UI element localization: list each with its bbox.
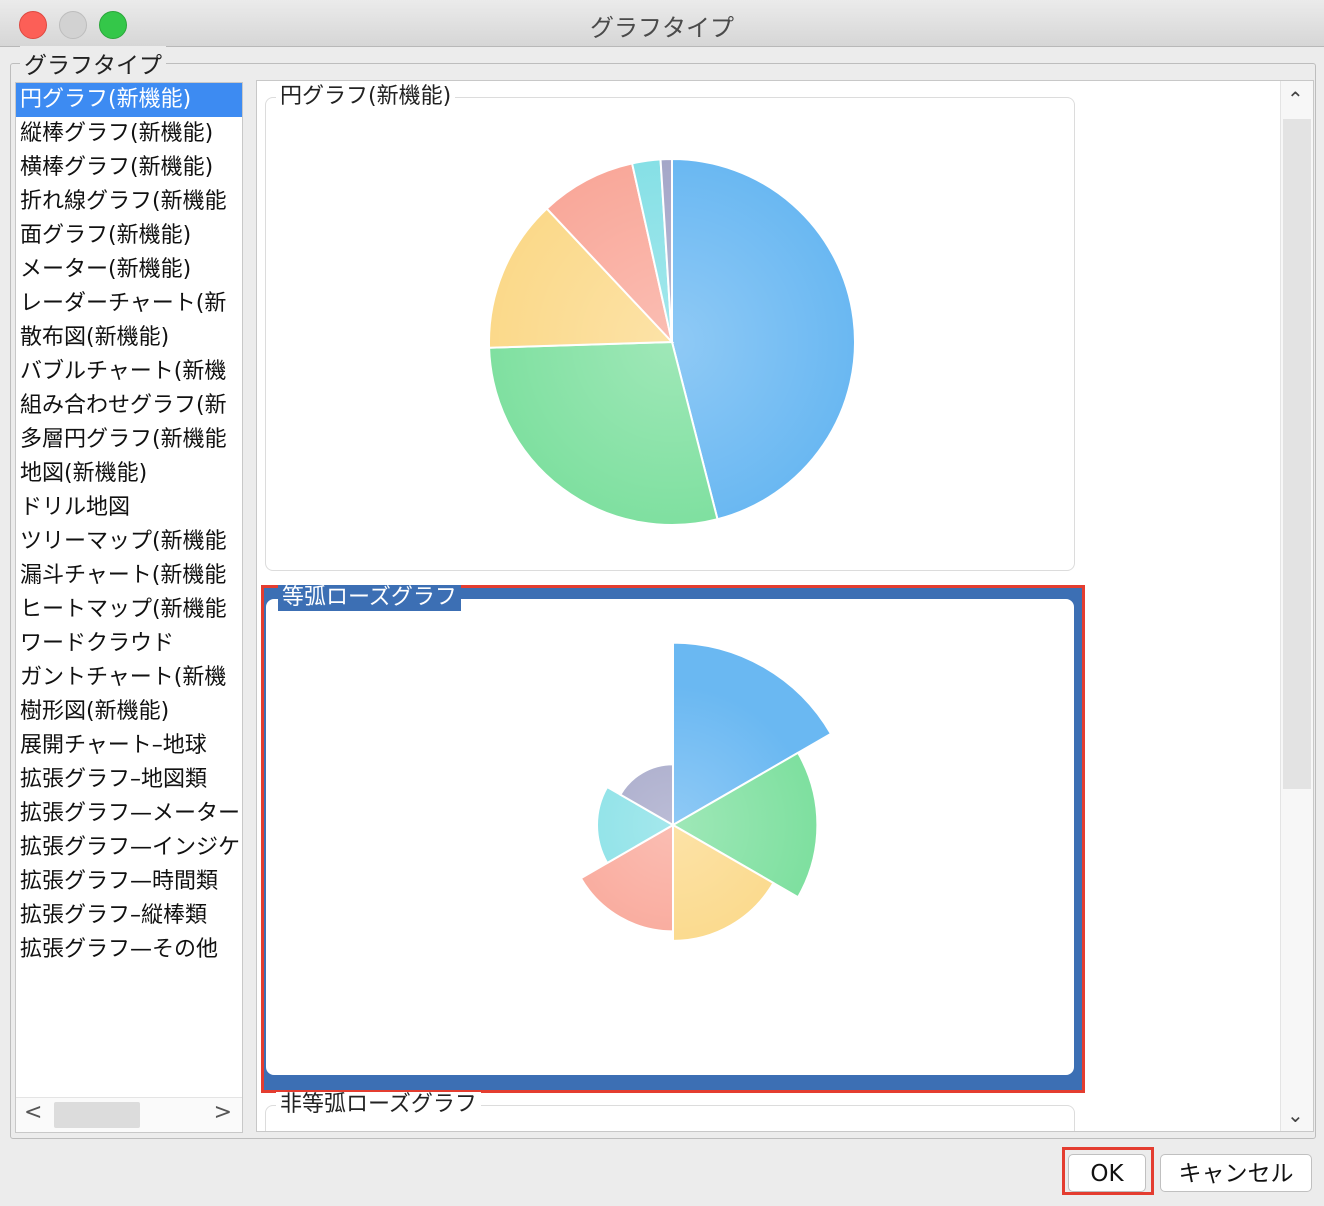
chart-type-list-item[interactable]: 地図(新機能) <box>16 457 242 491</box>
ok-button[interactable]: OK <box>1068 1154 1146 1192</box>
chart-type-list-item[interactable]: 組み合わせグラフ(新 <box>16 389 242 423</box>
preview-card-title: 等弧ローズグラフ <box>278 585 461 611</box>
rose-chart-preview <box>533 641 833 965</box>
chart-type-list-item[interactable]: ガントチャート(新機 <box>16 661 242 695</box>
preview-card-equal-arc-rose[interactable]: 等弧ローズグラフ <box>266 585 1074 1075</box>
preview-card-title: 非等弧ローズグラフ <box>276 1092 481 1118</box>
chevron-down-icon[interactable]: ⌄ <box>1287 1103 1304 1127</box>
scroll-right-icon[interactable]: > <box>214 1100 232 1125</box>
chart-preview-panel: 円グラフ(新機能) 等弧ローズグラフ 非等弧ローズグラフ ⌃ ⌄ <box>256 80 1314 1132</box>
chevron-up-icon[interactable]: ⌃ <box>1287 87 1304 111</box>
window-title: グラフタイプ <box>590 14 734 42</box>
list-horizontal-scrollbar[interactable]: < > <box>16 1097 242 1132</box>
pie-highlight <box>489 159 855 525</box>
chart-type-list-item[interactable]: 面グラフ(新機能) <box>16 219 242 253</box>
chart-type-list-item[interactable]: 拡張グラフ–縦棒類 <box>16 899 242 933</box>
preview-card-unequal-arc-rose[interactable]: 非等弧ローズグラフ <box>265 1092 1075 1131</box>
group-label: グラフタイプ <box>20 46 166 80</box>
chart-type-list-item[interactable]: ヒートマップ(新機能 <box>16 593 242 627</box>
chart-type-list-item[interactable]: 展開チャート–地球 <box>16 729 242 763</box>
chart-type-list-item[interactable]: 多層円グラフ(新機能 <box>16 423 242 457</box>
chart-type-list-item[interactable]: 拡張グラフ—時間類 <box>16 865 242 899</box>
scroll-thumb[interactable] <box>54 1102 140 1128</box>
rose-highlight <box>533 685 813 965</box>
chart-type-list-item[interactable]: ツリーマップ(新機能 <box>16 525 242 559</box>
chart-type-list-item[interactable]: バブルチャート(新機 <box>16 355 242 389</box>
chart-type-list-item[interactable]: ドリル地図 <box>16 491 242 525</box>
chart-type-list[interactable]: 円グラフ(新機能) 縦棒グラフ(新機能) 横棒グラフ(新機能) 折れ線グラフ(新機能面… <box>15 82 243 1133</box>
chart-type-list-item[interactable]: ワードクラウド <box>16 627 242 661</box>
chart-type-list-item[interactable]: 樹形図(新機能) <box>16 695 242 729</box>
chart-type-list-item[interactable]: 拡張グラフ–地図類 <box>16 763 242 797</box>
scroll-left-icon[interactable]: < <box>24 1100 42 1125</box>
chart-type-list-item[interactable]: レーダーチャート(新 <box>16 287 242 321</box>
chart-type-list-item[interactable]: 円グラフ(新機能) <box>16 83 242 117</box>
scroll-thumb[interactable] <box>1283 119 1311 789</box>
chart-type-list-item[interactable]: 漏斗チャート(新機能 <box>16 559 242 593</box>
preview-vertical-scrollbar[interactable]: ⌃ ⌄ <box>1280 81 1313 1131</box>
chart-type-list-item[interactable]: 散布図(新機能) <box>16 321 242 355</box>
preview-card-pie[interactable]: 円グラフ(新機能) <box>265 84 1075 571</box>
chart-type-list-item[interactable]: 横棒グラフ(新機能) <box>16 151 242 185</box>
chart-type-list-item[interactable]: 拡張グラフ—インジケ <box>16 831 242 865</box>
chart-type-list-item[interactable]: 拡張グラフ—メーター <box>16 797 242 831</box>
cancel-button[interactable]: キャンセル <box>1160 1154 1312 1192</box>
chart-type-dialog: グラフタイプ グラフタイプ 円グラフ(新機能) 縦棒グラフ(新機能) 横棒グラフ(新… <box>0 0 1324 1206</box>
chart-type-list-item[interactable]: 拡張グラフ—その他 <box>16 933 242 967</box>
title-bar: グラフタイプ <box>0 0 1324 47</box>
pie-chart-preview <box>488 157 856 526</box>
chart-type-list-item[interactable]: 縦棒グラフ(新機能) <box>16 117 242 151</box>
chart-type-list-item[interactable]: メーター(新機能) <box>16 253 242 287</box>
chart-type-list-item[interactable]: 折れ線グラフ(新機能 <box>16 185 242 219</box>
